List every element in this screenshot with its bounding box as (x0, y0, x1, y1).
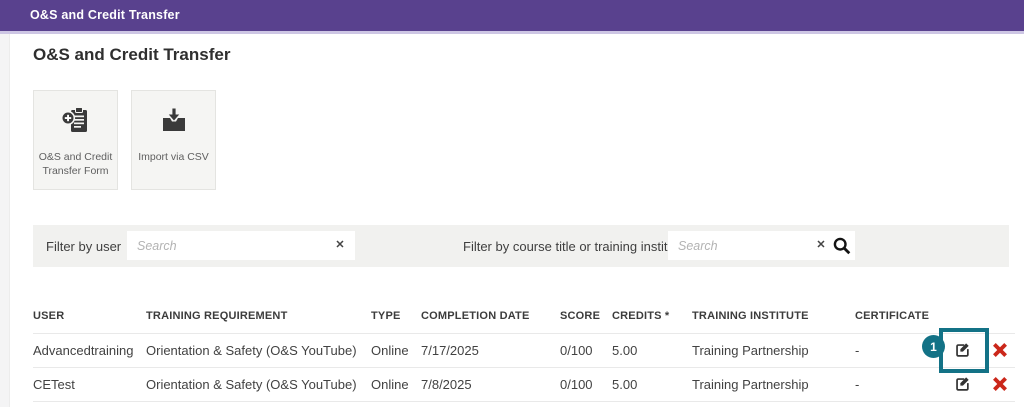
filter-user-input[interactable] (127, 231, 355, 260)
col-header-user: USER (33, 299, 146, 333)
col-header-training-requirement: TRAINING REQUIREMENT (146, 299, 371, 333)
col-header-training-institute: TRAINING INSTITUTE (692, 299, 855, 333)
filter-bar: Filter by user ✕ Filter by course title … (33, 225, 1009, 267)
cell-certificate: - (855, 367, 938, 401)
cell-user: Advancedtraining (33, 333, 146, 367)
cell-training-requirement: Orientation & Safety (O&S YouTube) (146, 367, 371, 401)
cell-completion-date: 7/8/2025 (421, 367, 560, 401)
os-credit-transfer-form-label: O&S and Credit Transfer Form (34, 150, 117, 178)
cell-type: Online (371, 333, 421, 367)
cell-training-institute: Training Partnership (692, 367, 855, 401)
search-icon[interactable] (832, 236, 852, 256)
col-header-credits: CREDITS * (612, 299, 692, 333)
left-edge-strip (0, 34, 10, 407)
table-row: CETest Orientation & Safety (O&S YouTube… (33, 367, 1015, 401)
delete-icon[interactable] (991, 375, 1009, 393)
cell-score: 0/100 (560, 333, 612, 367)
edit-icon[interactable] (953, 341, 971, 359)
top-header-title: O&S and Credit Transfer (30, 0, 180, 31)
cell-type: Online (371, 367, 421, 401)
top-header-bar: O&S and Credit Transfer (0, 0, 1024, 34)
filter-by-user-label: Filter by user (46, 239, 121, 254)
clipboard-plus-icon (59, 104, 93, 143)
toolbar-cards: O&S and Credit Transfer Form Import via … (33, 90, 216, 190)
filter-user-input-wrap: ✕ (127, 231, 355, 260)
cell-score: 0/100 (560, 367, 612, 401)
filter-course-input-wrap: ✕ (668, 231, 855, 260)
cell-certificate: - (855, 333, 938, 367)
col-header-score: SCORE (560, 299, 612, 333)
col-header-completion-date: COMPLETION DATE (421, 299, 560, 333)
cell-credits: 5.00 (612, 367, 692, 401)
os-credit-transfer-form-button[interactable]: O&S and Credit Transfer Form (33, 90, 118, 190)
results-table: USER TRAINING REQUIREMENT TYPE COMPLETIO… (33, 299, 1015, 402)
delete-icon[interactable] (991, 341, 1009, 359)
cell-user: CETest (33, 367, 146, 401)
table-row: Advancedtraining Orientation & Safety (O… (33, 333, 1015, 367)
col-header-edit (938, 299, 985, 333)
clear-course-filter-icon[interactable]: ✕ (814, 238, 828, 252)
import-via-csv-button[interactable]: Import via CSV (131, 90, 216, 190)
cell-credits: 5.00 (612, 333, 692, 367)
page-title: O&S and Credit Transfer (33, 45, 230, 65)
import-via-csv-label: Import via CSV (135, 150, 212, 164)
col-header-delete (985, 299, 1015, 333)
cell-training-requirement: Orientation & Safety (O&S YouTube) (146, 333, 371, 367)
edit-icon[interactable] (953, 375, 971, 393)
import-download-icon (157, 104, 191, 143)
col-header-type: TYPE (371, 299, 421, 333)
cell-training-institute: Training Partnership (692, 333, 855, 367)
filter-by-course-label: Filter by course title or training insti… (463, 239, 686, 254)
col-header-certificate: CERTIFICATE (855, 299, 938, 333)
clear-user-filter-icon[interactable]: ✕ (333, 238, 347, 252)
cell-completion-date: 7/17/2025 (421, 333, 560, 367)
table-header-row: USER TRAINING REQUIREMENT TYPE COMPLETIO… (33, 299, 1015, 333)
